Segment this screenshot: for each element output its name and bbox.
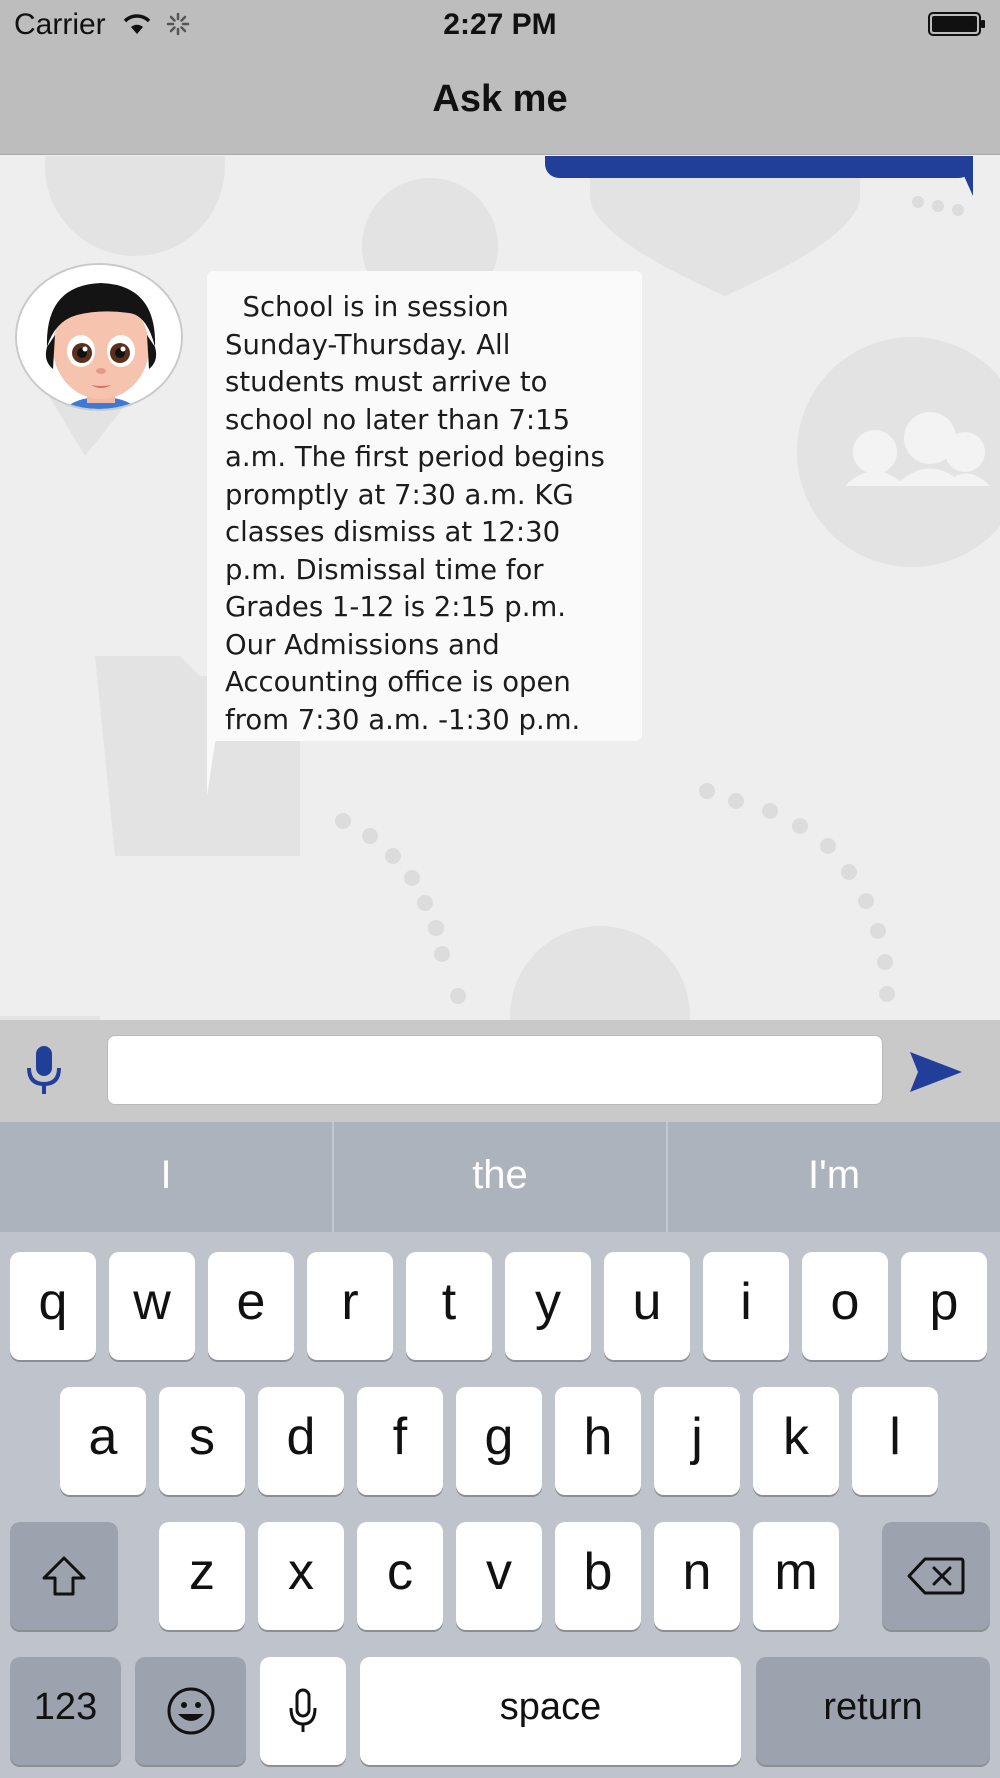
key-e[interactable]: e: [208, 1252, 294, 1360]
shift-key[interactable]: [10, 1522, 118, 1630]
emoji-icon: [167, 1687, 214, 1735]
key-area: q w e r t y u i o p a s d f g h j k l z …: [0, 1232, 1000, 1778]
bot-message-line: Sunday-Thursday. All: [225, 328, 511, 361]
key-t[interactable]: t: [406, 1252, 492, 1360]
key-z[interactable]: z: [159, 1522, 245, 1630]
key-h[interactable]: h: [555, 1387, 641, 1495]
bot-message-line: a.m. The first period begins: [225, 441, 605, 473]
shift-icon: [42, 1556, 86, 1596]
bot-message-text: School is in session Sunday-Thursday. All…: [225, 289, 628, 739]
key-q[interactable]: q: [10, 1252, 96, 1360]
bot-message-line: from 7:30 a.m. -1:30 p.m.: [225, 703, 581, 736]
bot-message-line: Our Admissions and: [225, 628, 500, 661]
suggestion-item[interactable]: I: [0, 1122, 332, 1232]
key-o[interactable]: o: [802, 1252, 888, 1360]
key-w[interactable]: w: [109, 1252, 195, 1360]
bot-avatar: [15, 263, 183, 411]
bot-message-line: promptly at 7:30 a.m. KG: [225, 478, 574, 511]
bot-message-bubble: School is in session Sunday-Thursday. All…: [207, 271, 642, 741]
bot-message-line: School is in session: [225, 291, 509, 323]
key-s[interactable]: s: [159, 1387, 245, 1495]
microphone-icon[interactable]: [20, 1042, 68, 1100]
key-a[interactable]: a: [60, 1387, 146, 1495]
bot-message-line: Accounting office is open: [225, 666, 571, 698]
message-input[interactable]: [107, 1035, 883, 1105]
emoji-key[interactable]: [135, 1657, 246, 1765]
page-title: Ask me: [432, 78, 568, 120]
key-j[interactable]: j: [654, 1387, 740, 1495]
backspace-icon: [907, 1557, 965, 1595]
nav-bar: Ask me: [0, 50, 1000, 155]
user-message-bubble[interactable]: [545, 156, 973, 178]
key-d[interactable]: d: [258, 1387, 344, 1495]
key-r[interactable]: r: [307, 1252, 393, 1360]
suggestion-item[interactable]: the: [334, 1122, 666, 1232]
bot-message-line: school no later than 7:15: [225, 403, 571, 436]
key-m[interactable]: m: [753, 1522, 839, 1630]
send-icon[interactable]: [908, 1048, 964, 1096]
bot-bubble-tail: [207, 716, 219, 796]
bot-message-line: students must arrive to: [225, 366, 548, 398]
key-y[interactable]: y: [505, 1252, 591, 1360]
status-time: 2:27 PM: [443, 8, 557, 41]
status-bar: Carrier 2:27 PM: [0, 0, 1000, 50]
key-v[interactable]: v: [456, 1522, 542, 1630]
user-bubble-tail: [955, 156, 973, 196]
battery-icon: [928, 12, 985, 36]
key-l[interactable]: l: [852, 1387, 938, 1495]
delete-key[interactable]: [882, 1522, 990, 1630]
key-p[interactable]: p: [901, 1252, 987, 1360]
space-key[interactable]: space: [360, 1657, 741, 1765]
keyboard: I the I'm q w e r t y u i o p a s d f g …: [0, 1122, 1000, 1778]
bot-message-line: classes dismiss at 12:30: [225, 516, 561, 548]
key-b[interactable]: b: [555, 1522, 641, 1630]
suggestion-item[interactable]: I'm: [668, 1122, 1000, 1232]
dictation-key[interactable]: [260, 1657, 346, 1765]
input-bar: [0, 1020, 1000, 1122]
key-n[interactable]: n: [654, 1522, 740, 1630]
microphone-icon: [289, 1688, 317, 1732]
key-u[interactable]: u: [604, 1252, 690, 1360]
key-k[interactable]: k: [753, 1387, 839, 1495]
numbers-key[interactable]: 123: [10, 1657, 121, 1765]
suggestion-bar: I the I'm: [0, 1122, 1000, 1232]
bot-message-line: p.m. Dismissal time for: [225, 553, 544, 586]
key-c[interactable]: c: [357, 1522, 443, 1630]
key-g[interactable]: g: [456, 1387, 542, 1495]
key-i[interactable]: i: [703, 1252, 789, 1360]
key-x[interactable]: x: [258, 1522, 344, 1630]
chat-area[interactable]: School is in session Sunday-Thursday. All…: [0, 156, 1000, 1020]
bot-message-line: Grades 1-12 is 2:15 p.m.: [225, 591, 566, 623]
key-f[interactable]: f: [357, 1387, 443, 1495]
return-key[interactable]: return: [756, 1657, 990, 1765]
